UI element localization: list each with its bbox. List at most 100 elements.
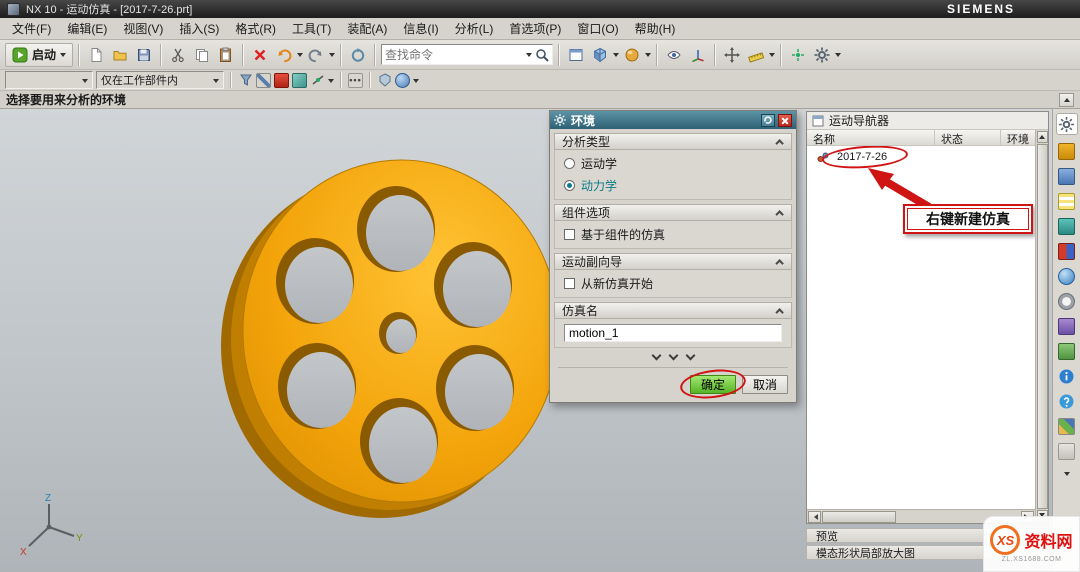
- separator: [242, 44, 244, 66]
- filter-dropdown-icon[interactable]: [413, 79, 419, 86]
- window-icon[interactable]: [565, 44, 587, 66]
- move-object-icon[interactable]: [721, 44, 743, 66]
- touch-mode-icon[interactable]: [1058, 443, 1075, 460]
- selection-scope-dropdown[interactable]: 仅在工作部件内: [96, 71, 224, 89]
- selection-filter-icon[interactable]: [238, 73, 253, 88]
- vertical-scrollbar[interactable]: [1035, 130, 1048, 523]
- simulation-name-input[interactable]: [564, 324, 782, 342]
- part-navigator-icon[interactable]: [1058, 193, 1075, 210]
- reuse-library-icon[interactable]: [1058, 218, 1075, 235]
- delete-icon[interactable]: [249, 44, 271, 66]
- render-dropdown-icon[interactable]: [645, 53, 651, 60]
- section-analysis-type[interactable]: 分析类型: [554, 133, 792, 150]
- hd3d-tools-icon[interactable]: [1058, 243, 1075, 260]
- separator: [369, 72, 371, 88]
- column-name[interactable]: 名称: [807, 130, 935, 145]
- snap-point-icon[interactable]: [787, 44, 809, 66]
- sphere-filter-icon[interactable]: [395, 73, 410, 88]
- section-component-options[interactable]: 组件选项: [554, 204, 792, 221]
- undo-icon[interactable]: [273, 44, 295, 66]
- history-icon[interactable]: [1058, 293, 1075, 310]
- datum-csys-icon[interactable]: [687, 44, 709, 66]
- tools-dropdown-icon[interactable]: [835, 53, 841, 60]
- radio-kinematics[interactable]: 运动学: [564, 155, 782, 172]
- solid-body-filter-icon[interactable]: [377, 73, 392, 88]
- menu-analysis[interactable]: 分析(L): [447, 17, 502, 40]
- menu-preferences[interactable]: 首选项(P): [501, 17, 569, 40]
- measure-icon[interactable]: [745, 44, 767, 66]
- help-icon[interactable]: [1058, 393, 1075, 410]
- type-filter-dropdown[interactable]: [5, 71, 93, 89]
- graphics-window[interactable]: Z X Y 环境 分析类型 运动学: [0, 109, 1080, 572]
- web-browser-icon[interactable]: [1058, 268, 1075, 285]
- snap-midpoint-icon[interactable]: [310, 73, 325, 88]
- menu-window[interactable]: 窗口(O): [569, 17, 626, 40]
- save-icon[interactable]: [133, 44, 155, 66]
- paste-icon[interactable]: [215, 44, 237, 66]
- dialog-reset-icon[interactable]: [761, 114, 775, 127]
- assembly-navigator-icon[interactable]: [1058, 143, 1075, 160]
- view-dropdown-icon[interactable]: [613, 53, 619, 60]
- menu-edit[interactable]: 编辑(E): [59, 17, 115, 40]
- ok-button[interactable]: 确定: [690, 375, 736, 394]
- show-hide-icon[interactable]: [663, 44, 685, 66]
- highlight-color-icon[interactable]: [274, 73, 289, 88]
- command-search-input[interactable]: [385, 46, 523, 63]
- menu-view[interactable]: 视图(V): [115, 17, 171, 40]
- render-style-icon[interactable]: [621, 44, 643, 66]
- repeat-command-icon[interactable]: [347, 44, 369, 66]
- menu-assemblies[interactable]: 装配(A): [339, 17, 395, 40]
- redo-dropdown-icon[interactable]: [329, 53, 335, 60]
- menu-file[interactable]: 文件(F): [4, 17, 59, 40]
- column-environment[interactable]: 环境: [1001, 130, 1035, 145]
- menu-format[interactable]: 格式(R): [227, 17, 284, 40]
- menu-tools[interactable]: 工具(T): [284, 17, 339, 40]
- open-icon[interactable]: [109, 44, 131, 66]
- search-dropdown-icon[interactable]: [526, 53, 532, 60]
- start-menu-button[interactable]: 启动: [5, 43, 73, 67]
- section-simulation-name[interactable]: 仿真名: [554, 302, 792, 319]
- cut-icon[interactable]: [167, 44, 189, 66]
- dialog-more-options[interactable]: [550, 348, 796, 361]
- edge-filter-icon[interactable]: [256, 73, 271, 88]
- menu-information[interactable]: 信息(I): [395, 17, 446, 40]
- manage-icon[interactable]: [1058, 343, 1075, 360]
- checkbox-new-simulation[interactable]: 从新仿真开始: [564, 275, 782, 292]
- cancel-button[interactable]: 取消: [742, 375, 788, 394]
- measure-dropdown-icon[interactable]: [769, 53, 775, 60]
- checkbox-component-based[interactable]: 基于组件的仿真: [564, 226, 782, 243]
- more-options-icon[interactable]: •••: [348, 73, 363, 88]
- roles-gear-card[interactable]: [1056, 113, 1078, 135]
- menu-help[interactable]: 帮助(H): [627, 17, 684, 40]
- strip-more-icon[interactable]: [1064, 472, 1070, 479]
- copy-icon[interactable]: [191, 44, 213, 66]
- face-filter-icon[interactable]: [292, 73, 307, 88]
- scroll-left-button[interactable]: [808, 511, 821, 523]
- process-studio-icon[interactable]: [1058, 318, 1075, 335]
- info-icon[interactable]: [1058, 368, 1075, 385]
- new-file-icon[interactable]: [85, 44, 107, 66]
- navigator-tree[interactable]: 2017-7-26 右键新建仿真: [807, 146, 1035, 509]
- section-joint-wizard[interactable]: 运动副向导: [554, 253, 792, 270]
- palette-icon[interactable]: [1058, 418, 1075, 435]
- more-tools-gear-icon[interactable]: [811, 44, 833, 66]
- cue-scroll-button[interactable]: [1059, 93, 1074, 107]
- separator: [780, 44, 782, 66]
- constraint-navigator-icon[interactable]: [1058, 168, 1075, 185]
- view-triad[interactable]: Z X Y: [18, 491, 84, 561]
- dialog-close-icon[interactable]: [778, 114, 792, 127]
- tree-row-simulation[interactable]: 2017-7-26: [807, 146, 1035, 164]
- column-status[interactable]: 状态: [935, 130, 1001, 145]
- scrollbar-thumb[interactable]: [1037, 144, 1048, 509]
- search-icon[interactable]: [535, 48, 549, 62]
- snap-dropdown-icon[interactable]: [328, 79, 334, 86]
- radio-dynamics[interactable]: 动力学: [564, 177, 782, 194]
- simulation-name-body: [554, 319, 792, 348]
- scrollbar-thumb[interactable]: [822, 511, 896, 523]
- scroll-up-button[interactable]: [1037, 131, 1048, 143]
- menu-insert[interactable]: 插入(S): [171, 17, 227, 40]
- undo-dropdown-icon[interactable]: [297, 53, 303, 60]
- orient-view-cube-icon[interactable]: [589, 44, 611, 66]
- redo-icon[interactable]: [305, 44, 327, 66]
- dialog-title-bar[interactable]: 环境: [550, 111, 796, 129]
